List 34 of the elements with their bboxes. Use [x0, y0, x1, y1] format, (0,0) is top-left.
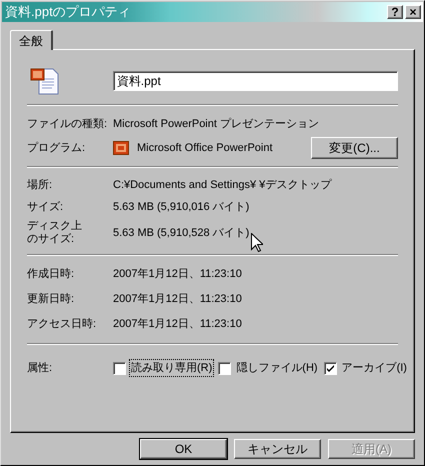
field-label: サイズ:: [27, 200, 64, 214]
change-button[interactable]: 変更(C)...: [311, 137, 398, 159]
checkbox-label[interactable]: 隠しファイル(H): [235, 360, 319, 376]
checkbox-label[interactable]: アーカイブ(I): [340, 360, 408, 376]
field-value: 2007年1月12日、11:23:10: [113, 292, 242, 308]
checkbox[interactable]: [324, 362, 337, 374]
field-value: 2007年1月12日、11:23:10: [113, 317, 242, 332]
dialog-button[interactable]: キャンセル: [234, 439, 321, 459]
presentation-app-icon: [113, 141, 129, 155]
checkbox[interactable]: [113, 362, 126, 374]
field-value: 5.63 MB (5,910,016 バイト): [113, 200, 250, 215]
help-button[interactable]: ?: [387, 5, 403, 19]
window-title: 資料.pptのプロパティ: [4, 3, 131, 22]
tab[interactable]: 全般: [10, 30, 53, 50]
check-icon: [326, 364, 335, 372]
field-label: ディスク上のサイズ:: [27, 220, 83, 246]
dialog-button[interactable]: OK: [140, 439, 227, 459]
field-label: アクセス日時:: [27, 318, 98, 331]
field-value: 5.63 MB (5,910,528 バイト): [113, 226, 250, 241]
checkbox[interactable]: [218, 362, 232, 374]
field-value: Microsoft PowerPoint プレゼンテーション: [113, 116, 319, 132]
field-value: Microsoft Office PowerPoint: [137, 140, 274, 156]
field-label: 場所:: [27, 178, 54, 192]
field-label: ファイルの種類:: [27, 118, 108, 130]
field-label: 属性:: [27, 362, 54, 374]
field-label: 作成日時:: [27, 268, 76, 281]
field-value: C:¥Documents and Settings¥ ¥デスクトップ: [113, 178, 332, 193]
field-value: 2007年1月12日、11:23:10: [113, 267, 242, 282]
close-button[interactable]: ×: [405, 5, 421, 19]
field-label: プログラム:: [27, 142, 86, 154]
field-label: 更新日時:: [27, 293, 76, 306]
checkbox-label[interactable]: 読み取り専用(R): [130, 360, 214, 376]
mouse-pointer-icon: [251, 233, 263, 252]
file-name-field[interactable]: 資料.ppt: [112, 71, 398, 91]
